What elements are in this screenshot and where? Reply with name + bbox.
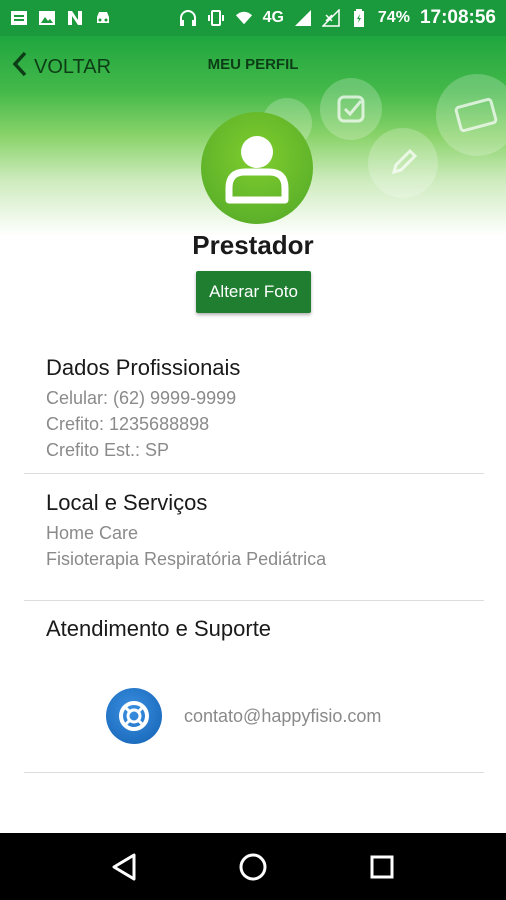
lifebuoy-icon — [106, 688, 162, 744]
pen-icon — [368, 128, 438, 198]
support-section: Atendimento e Suporte — [46, 616, 486, 646]
divider — [24, 772, 484, 773]
n-icon — [66, 9, 84, 27]
page-title: MEU PERFIL — [207, 56, 299, 73]
profile-name: Prestador — [192, 230, 314, 260]
crefito-state-value: Crefito Est.: SP — [46, 440, 170, 460]
network-type: 4G — [262, 9, 284, 26]
back-nav-button[interactable] — [104, 847, 144, 887]
notification-icons — [10, 9, 112, 27]
divider — [24, 473, 484, 474]
services-section[interactable]: Local e Serviços Home Care Fisioterapia … — [46, 490, 486, 572]
headphones-icon — [179, 9, 197, 27]
image-icon — [38, 9, 56, 27]
recents-square-icon — [370, 855, 394, 878]
avatar — [201, 112, 313, 224]
vibrate-icon — [207, 9, 225, 27]
top-navigation: VOLTAR MEU PERFIL — [0, 36, 506, 94]
status-bar: 4G 74% 17:08:56 — [0, 0, 506, 36]
user-icon — [225, 136, 289, 204]
phone-value: Celular: (62) 9999-9999 — [46, 388, 237, 408]
battery-percent: 74% — [377, 9, 410, 26]
support-email[interactable]: contato@happyfisio.com — [184, 706, 381, 727]
home-circle-icon — [239, 853, 267, 880]
crefito-value: Crefito: 1235688898 — [46, 414, 210, 434]
location-value: Home Care — [46, 523, 139, 543]
car-icon — [94, 9, 112, 27]
divider — [24, 600, 484, 601]
recents-nav-button[interactable] — [362, 847, 402, 887]
clock: 17:08:56 — [419, 7, 496, 28]
section-title: Local e Serviços — [46, 490, 208, 515]
section-title: Atendimento e Suporte — [46, 616, 272, 641]
support-contact[interactable]: contato@happyfisio.com — [106, 688, 381, 744]
back-triangle-icon — [112, 853, 136, 880]
system-navigation-bar — [0, 833, 506, 900]
section-title: Dados Profissionais — [46, 355, 241, 380]
wifi-icon — [235, 9, 253, 27]
system-icons: 4G 74% 17:08:56 — [179, 7, 496, 29]
professional-section: Dados Profissionais Celular: (62) 9999-9… — [46, 355, 486, 463]
no-signal-icon — [321, 9, 340, 27]
battery-icon — [350, 9, 368, 27]
message-icon — [10, 9, 28, 27]
service-value: Fisioterapia Respiratória Pediátrica — [46, 549, 327, 569]
change-photo-button[interactable]: Alterar Foto — [196, 271, 311, 313]
signal-icon — [294, 9, 312, 27]
home-nav-button[interactable] — [233, 847, 273, 887]
